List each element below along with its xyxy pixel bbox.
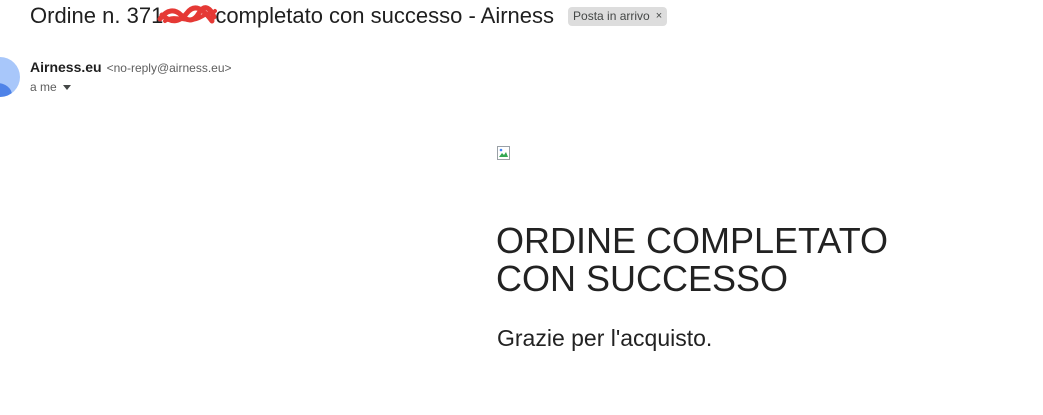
headline-line-1: ORDINE COMPLETATO xyxy=(496,220,889,261)
label-chip-text: Posta in arrivo xyxy=(573,8,650,23)
thanks-message: Grazie per l'acquisto. xyxy=(497,325,713,351)
email-view: Ordine n. 371 completato con successo - … xyxy=(0,0,1043,415)
recipient-line: a me xyxy=(30,80,57,94)
email-subject-suffix: completato con successo - Airness xyxy=(215,3,555,28)
avatar[interactable] xyxy=(0,57,20,97)
avatar-person-icon xyxy=(0,83,12,97)
chevron-down-icon[interactable] xyxy=(62,84,71,90)
label-chip-inbox[interactable]: Posta in arrivo × xyxy=(568,6,668,26)
email-headline: ORDINE COMPLETATO CON SUCCESSO xyxy=(496,222,956,298)
email-subject-prefix: Ordine n. 371 xyxy=(30,3,164,28)
sender-email: <no-reply@airness.eu> xyxy=(106,61,232,75)
sender-row: Airness.eu <no-reply@airness.eu> xyxy=(30,59,232,75)
recipient-details-toggle[interactable]: a me xyxy=(30,80,71,94)
subject-row: Ordine n. 371 completato con successo - … xyxy=(30,3,668,29)
sender-name[interactable]: Airness.eu xyxy=(30,59,102,75)
headline-line-2: CON SUCCESSO xyxy=(496,258,789,299)
close-icon[interactable]: × xyxy=(656,8,662,24)
broken-image-icon xyxy=(496,145,512,161)
redaction-scribble xyxy=(157,5,218,25)
